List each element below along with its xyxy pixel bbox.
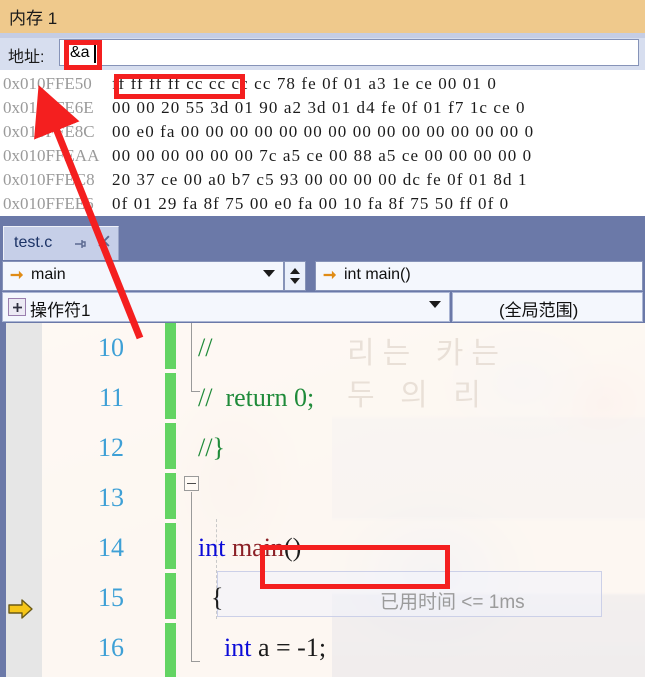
- code-editor-window: test.c ✕ ➞ main ➞ int main() 操作符1 (全局范围)…: [0, 222, 645, 677]
- code-line-text[interactable]: //: [198, 323, 212, 373]
- navigation-bar-row1: ➞ main ➞ int main(): [2, 261, 643, 291]
- line-number: 16: [98, 633, 124, 662]
- line-number: 10: [98, 333, 124, 362]
- code-line-text[interactable]: {: [198, 573, 223, 623]
- code-token: int: [198, 533, 226, 562]
- chevron-down-icon[interactable]: [429, 301, 441, 308]
- change-tracking-bar-gaps: [165, 323, 176, 677]
- close-icon[interactable]: ✕: [96, 232, 112, 254]
- memory-row-address: 0x010FFEE6: [3, 194, 94, 213]
- member-combo-value: main: [31, 266, 66, 283]
- scope-combo[interactable]: (全局范围): [452, 292, 643, 322]
- address-input[interactable]: [59, 39, 639, 66]
- annotation-box-address: [64, 40, 102, 70]
- line-number: 12: [98, 433, 124, 462]
- memory-window-titlebar[interactable]: 内存 1: [0, 0, 645, 33]
- code-token: //: [198, 333, 213, 362]
- fold-collapse-box[interactable]: [184, 476, 199, 491]
- memory-row-bytes: 0f 01 29 fa 8f 75 00 e0 fa 00 10 fa 8f 7…: [112, 194, 510, 213]
- memory-row[interactable]: 0x010FFE6E 00 00 20 55 3d 01 90 a2 3d 01 …: [0, 96, 645, 120]
- memory-row-bytes: 20 37 ce 00 a0 b7 c5 93 00 00 00 00 dc f…: [112, 170, 528, 189]
- arrow-right-icon: ➞: [10, 267, 24, 284]
- line-number: 14: [98, 533, 124, 562]
- memory-row-address: 0x010FFEC8: [3, 170, 95, 189]
- code-line-text[interactable]: //}: [198, 423, 225, 473]
- wallpaper-text-decoration: 리는 카는 두 의 리: [347, 336, 507, 413]
- elapsed-time-adornment: 已用时间 <= 1ms: [380, 592, 525, 613]
- tab-test-c[interactable]: test.c ✕: [3, 226, 119, 260]
- memory-row-address: 0x010FFE6E: [3, 98, 94, 117]
- spinner-updown-icon[interactable]: [284, 261, 306, 291]
- code-editor-surface[interactable]: 리는 카는 두 의 리 10 // 11 // return 0; 12 //} 13 14 in…: [2, 323, 645, 677]
- operator-combo[interactable]: 操作符1: [2, 292, 450, 322]
- chevron-down-icon[interactable]: [263, 270, 275, 277]
- memory-window: 内存 1 地址: &a 0x010FFE50 ff ff ff ff cc cc …: [0, 0, 645, 222]
- screenshot-root: 内存 1 地址: &a 0x010FFE50 ff ff ff ff cc cc …: [0, 0, 645, 677]
- code-line-text[interactable]: // return 0;: [198, 373, 314, 423]
- memory-row[interactable]: 0x010FFEE6 0f 01 29 fa 8f 75 00 e0 fa 00 …: [0, 192, 645, 216]
- line-number: 17: [2, 673, 124, 677]
- annotation-box-statement: [260, 545, 450, 589]
- memory-row[interactable]: 0x010FFEAA 00 00 00 00 00 00 7c a5 ce 00 …: [0, 144, 645, 168]
- tab-label: test.c: [14, 234, 53, 251]
- code-token: a = -1;: [251, 633, 327, 662]
- memory-row-address: 0x010FFE50: [3, 74, 92, 93]
- fold-guide-line-main: [191, 492, 192, 661]
- memory-row-address: 0x010FFEAA: [3, 146, 100, 165]
- memory-row-bytes: 00 00 00 00 00 00 7c a5 ce 00 88 a5 ce 0…: [112, 146, 533, 165]
- memory-row[interactable]: 0x010FFE50 ff ff ff ff cc cc cc cc 78 fe …: [0, 72, 645, 96]
- code-token: int: [224, 633, 252, 662]
- line-number: 13: [98, 483, 124, 512]
- memory-row-address: 0x010FFE8C: [3, 122, 95, 141]
- annotation-box-bytes: [114, 74, 245, 99]
- line-number: 11: [98, 383, 124, 412]
- execution-pointer-arrow-icon: [8, 598, 34, 620]
- memory-hex-grid[interactable]: 0x010FFE50 ff ff ff ff cc cc cc cc 78 fe …: [0, 72, 645, 216]
- code-line-text[interactable]: int a = -1;: [198, 623, 326, 673]
- operator-icon: [8, 298, 26, 316]
- memory-row[interactable]: 0x010FFEC8 20 37 ce 00 a0 b7 c5 93 00 00 …: [0, 168, 645, 192]
- scope-combo-value: (全局范围): [499, 301, 579, 320]
- code-line-text[interactable]: return 0;: [198, 673, 313, 677]
- memory-row-bytes: 00 e0 fa 00 00 00 00 00 00 00 00 00 00 0…: [112, 122, 535, 141]
- editor-tabstrip: test.c ✕: [0, 222, 645, 260]
- code-token: {: [198, 583, 224, 612]
- code-token: // return 0;: [198, 383, 315, 412]
- function-combo-value: int main(): [344, 266, 411, 283]
- arrow-right-icon: ➞: [323, 267, 337, 284]
- code-token: //}: [198, 433, 225, 462]
- memory-row-bytes: 00 00 20 55 3d 01 90 a2 3d 01 d4 fe 0f 0…: [112, 98, 526, 117]
- spinner-up-icon[interactable]: [290, 268, 300, 274]
- pin-icon[interactable]: [72, 236, 88, 252]
- spinner-down-icon[interactable]: [290, 278, 300, 284]
- function-combo[interactable]: ➞ int main(): [315, 261, 643, 291]
- address-label: 地址:: [8, 49, 45, 66]
- memory-window-title: 内存 1: [9, 9, 58, 28]
- memory-row[interactable]: 0x010FFE8C 00 e0 fa 00 00 00 00 00 00 00 …: [0, 120, 645, 144]
- operator-combo-value: 操作符1: [30, 301, 91, 320]
- fold-guide-line: [191, 323, 192, 391]
- member-combo[interactable]: ➞ main: [2, 261, 284, 291]
